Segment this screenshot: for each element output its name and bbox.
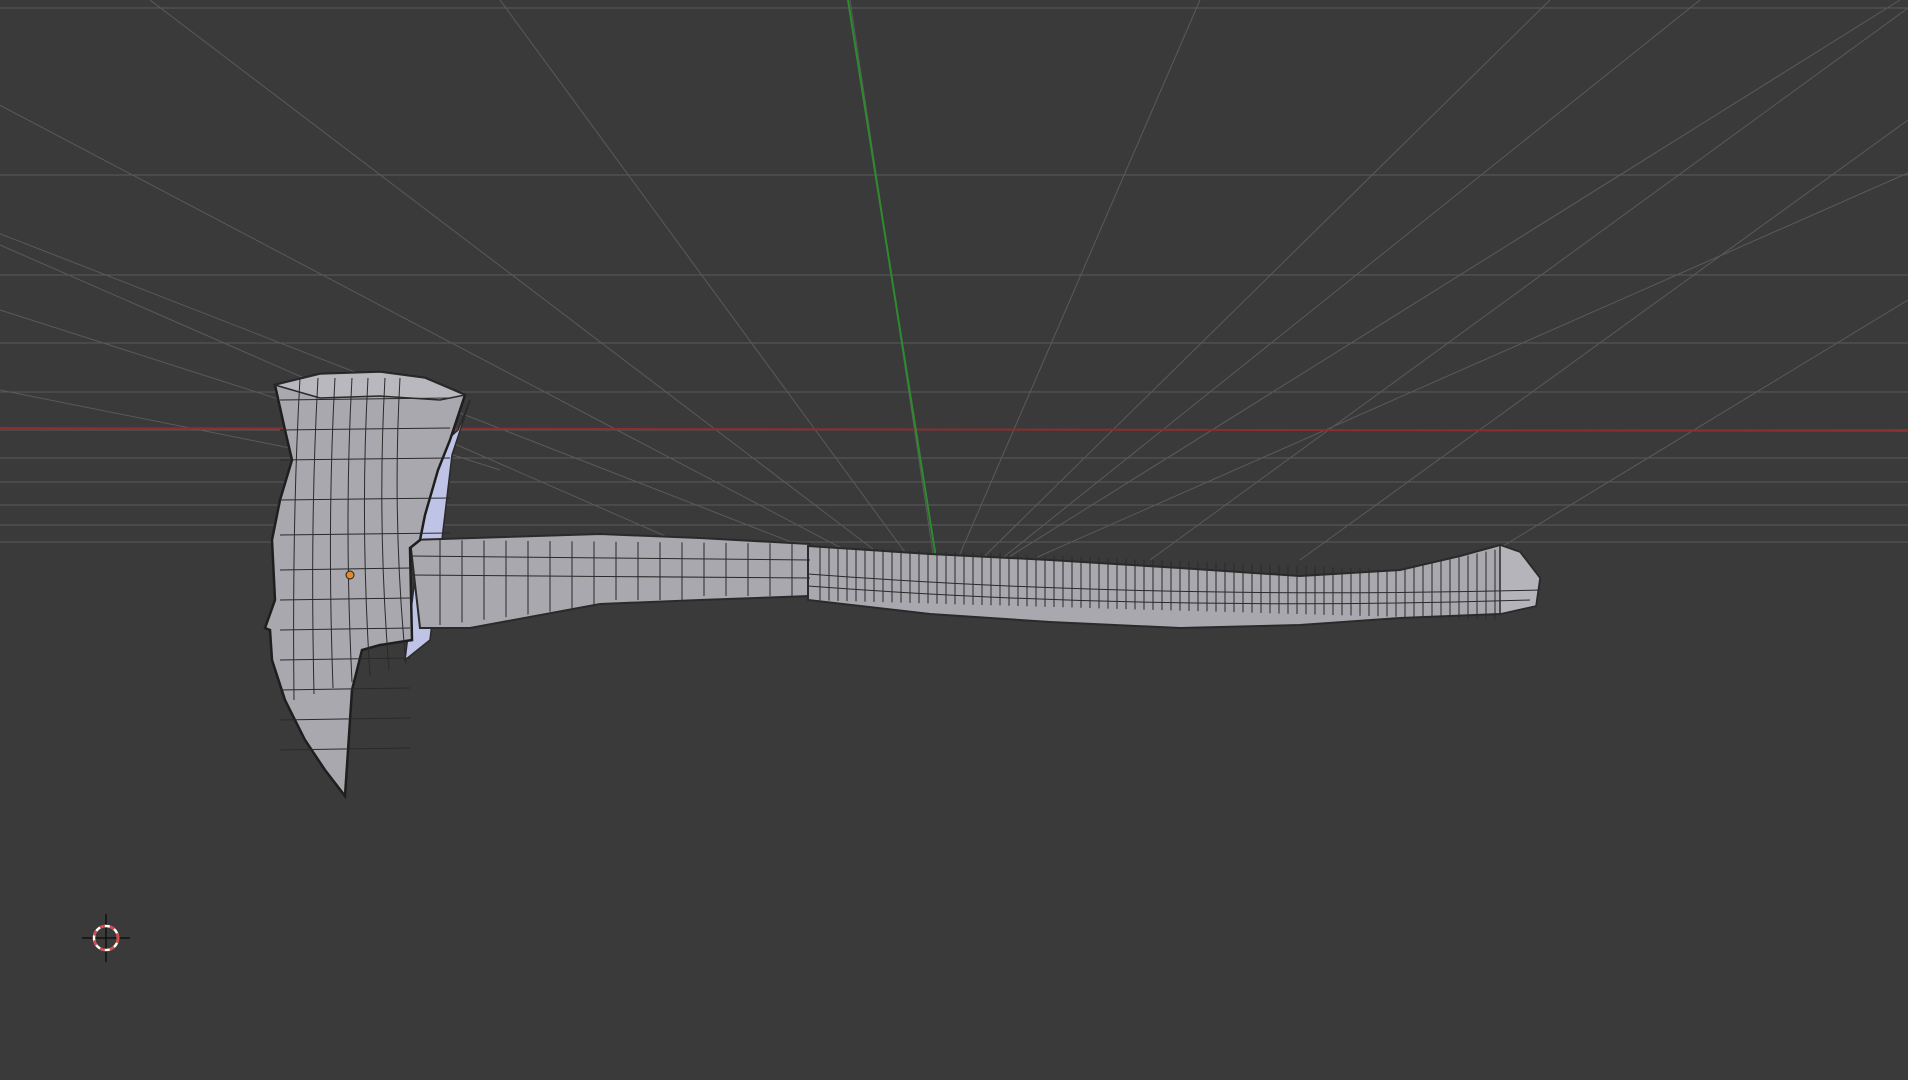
grid-line (0, 104, 941, 601)
grid-line (999, 0, 1701, 561)
grid-line (499, 0, 941, 601)
3d-cursor-icon[interactable] (80, 912, 132, 964)
grid-line (1149, 7, 1908, 561)
axe-mesh[interactable] (263, 370, 1542, 800)
grid-line (149, 0, 941, 601)
grid-line (939, 0, 1201, 601)
grid-line (939, 0, 1551, 601)
axe-handle-grip (807, 543, 1542, 630)
object-origin (345, 570, 355, 580)
axe-handle-front (408, 532, 811, 629)
grid-line (0, 389, 301, 451)
grid-line (939, 172, 1908, 601)
axe-handle-endcap (1499, 543, 1541, 615)
grid-line (1299, 119, 1908, 561)
3d-viewport[interactable] (0, 0, 1908, 1080)
grid-line (0, 233, 941, 601)
3d-cursor-graphic (82, 914, 130, 962)
viewport-scene (0, 0, 1908, 800)
grid-line (939, 0, 1901, 601)
y-axis-line (847, 0, 937, 559)
